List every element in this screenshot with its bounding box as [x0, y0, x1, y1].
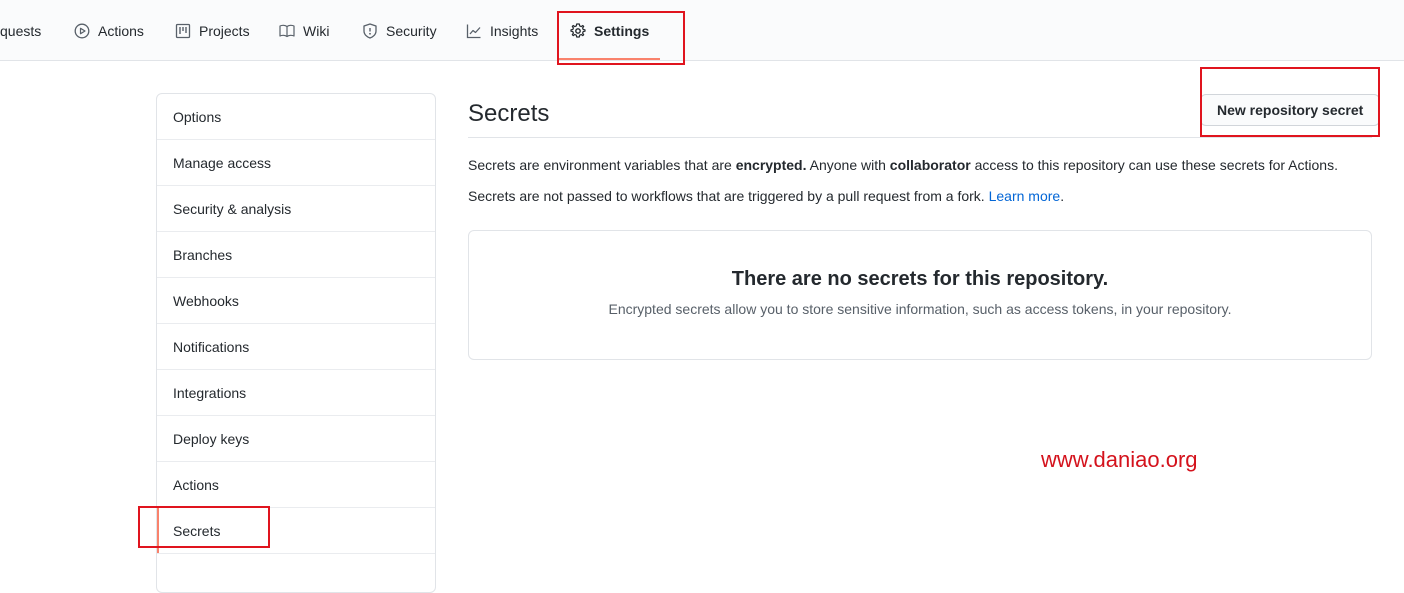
tab-actions[interactable]: Actions [74, 0, 144, 61]
new-repository-secret-button[interactable]: New repository secret [1200, 94, 1381, 126]
tab-wiki[interactable]: Wiki [279, 0, 329, 61]
sidebar-item-branches[interactable]: Branches [157, 232, 435, 278]
learn-more-link[interactable]: Learn more [989, 188, 1061, 204]
sidebar-item-integrations[interactable]: Integrations [157, 370, 435, 416]
sidebar-item-deploy-keys[interactable]: Deploy keys [157, 416, 435, 462]
tab-label: Security [386, 22, 437, 39]
tab-security[interactable]: Security [362, 0, 437, 61]
sidebar-item-webhooks[interactable]: Webhooks [157, 278, 435, 324]
gear-icon [570, 22, 586, 39]
sidebar-item-manage-access[interactable]: Manage access [157, 140, 435, 186]
sidebar-item-secrets[interactable]: Secrets [157, 508, 435, 554]
tab-label: quests [0, 22, 42, 39]
empty-state-title: There are no secrets for this repository… [731, 268, 1109, 290]
shield-icon [362, 22, 378, 39]
tab-label: Actions [98, 22, 144, 39]
tab-label: Projects [199, 22, 250, 39]
tab-label: Settings [594, 22, 650, 39]
empty-state: There are no secrets for this repository… [468, 230, 1372, 360]
project-icon [175, 23, 191, 39]
subhead: Secrets New repository secret [468, 93, 1381, 138]
empty-state-description: Encrypted secrets allow you to store sen… [608, 301, 1232, 317]
sidebar-item-actions[interactable]: Actions [157, 462, 435, 508]
play-icon [74, 23, 90, 39]
tab-label: Insights [490, 22, 539, 39]
book-icon [279, 23, 295, 39]
page-title: Secrets [468, 100, 550, 127]
sidebar-item-notifications[interactable]: Notifications [157, 324, 435, 370]
selected-tab-underline [557, 58, 660, 60]
fork-note-text: Secrets are not passed to workflows that… [468, 188, 1065, 204]
tab-pull-requests[interactable]: quests [0, 0, 41, 61]
sidebar-item-options[interactable]: Options [157, 94, 435, 140]
secrets-main: Secrets New repository secret Secrets ar… [468, 93, 1381, 360]
watermark-text: www.daniao.org [1041, 447, 1198, 472]
sidebar-item-security-analysis[interactable]: Security & analysis [157, 186, 435, 232]
graph-icon [466, 23, 482, 39]
tab-settings[interactable]: Settings [570, 0, 649, 61]
secrets-intro-text: Secrets are environment variables that a… [468, 157, 1338, 173]
tab-projects[interactable]: Projects [175, 0, 250, 61]
repo-tab-bar: quests Actions Projects Wiki Security In… [0, 0, 1404, 61]
tab-insights[interactable]: Insights [466, 0, 538, 61]
tab-label: Wiki [303, 22, 330, 39]
settings-sidebar: Options Manage access Security & analysi… [156, 93, 436, 593]
